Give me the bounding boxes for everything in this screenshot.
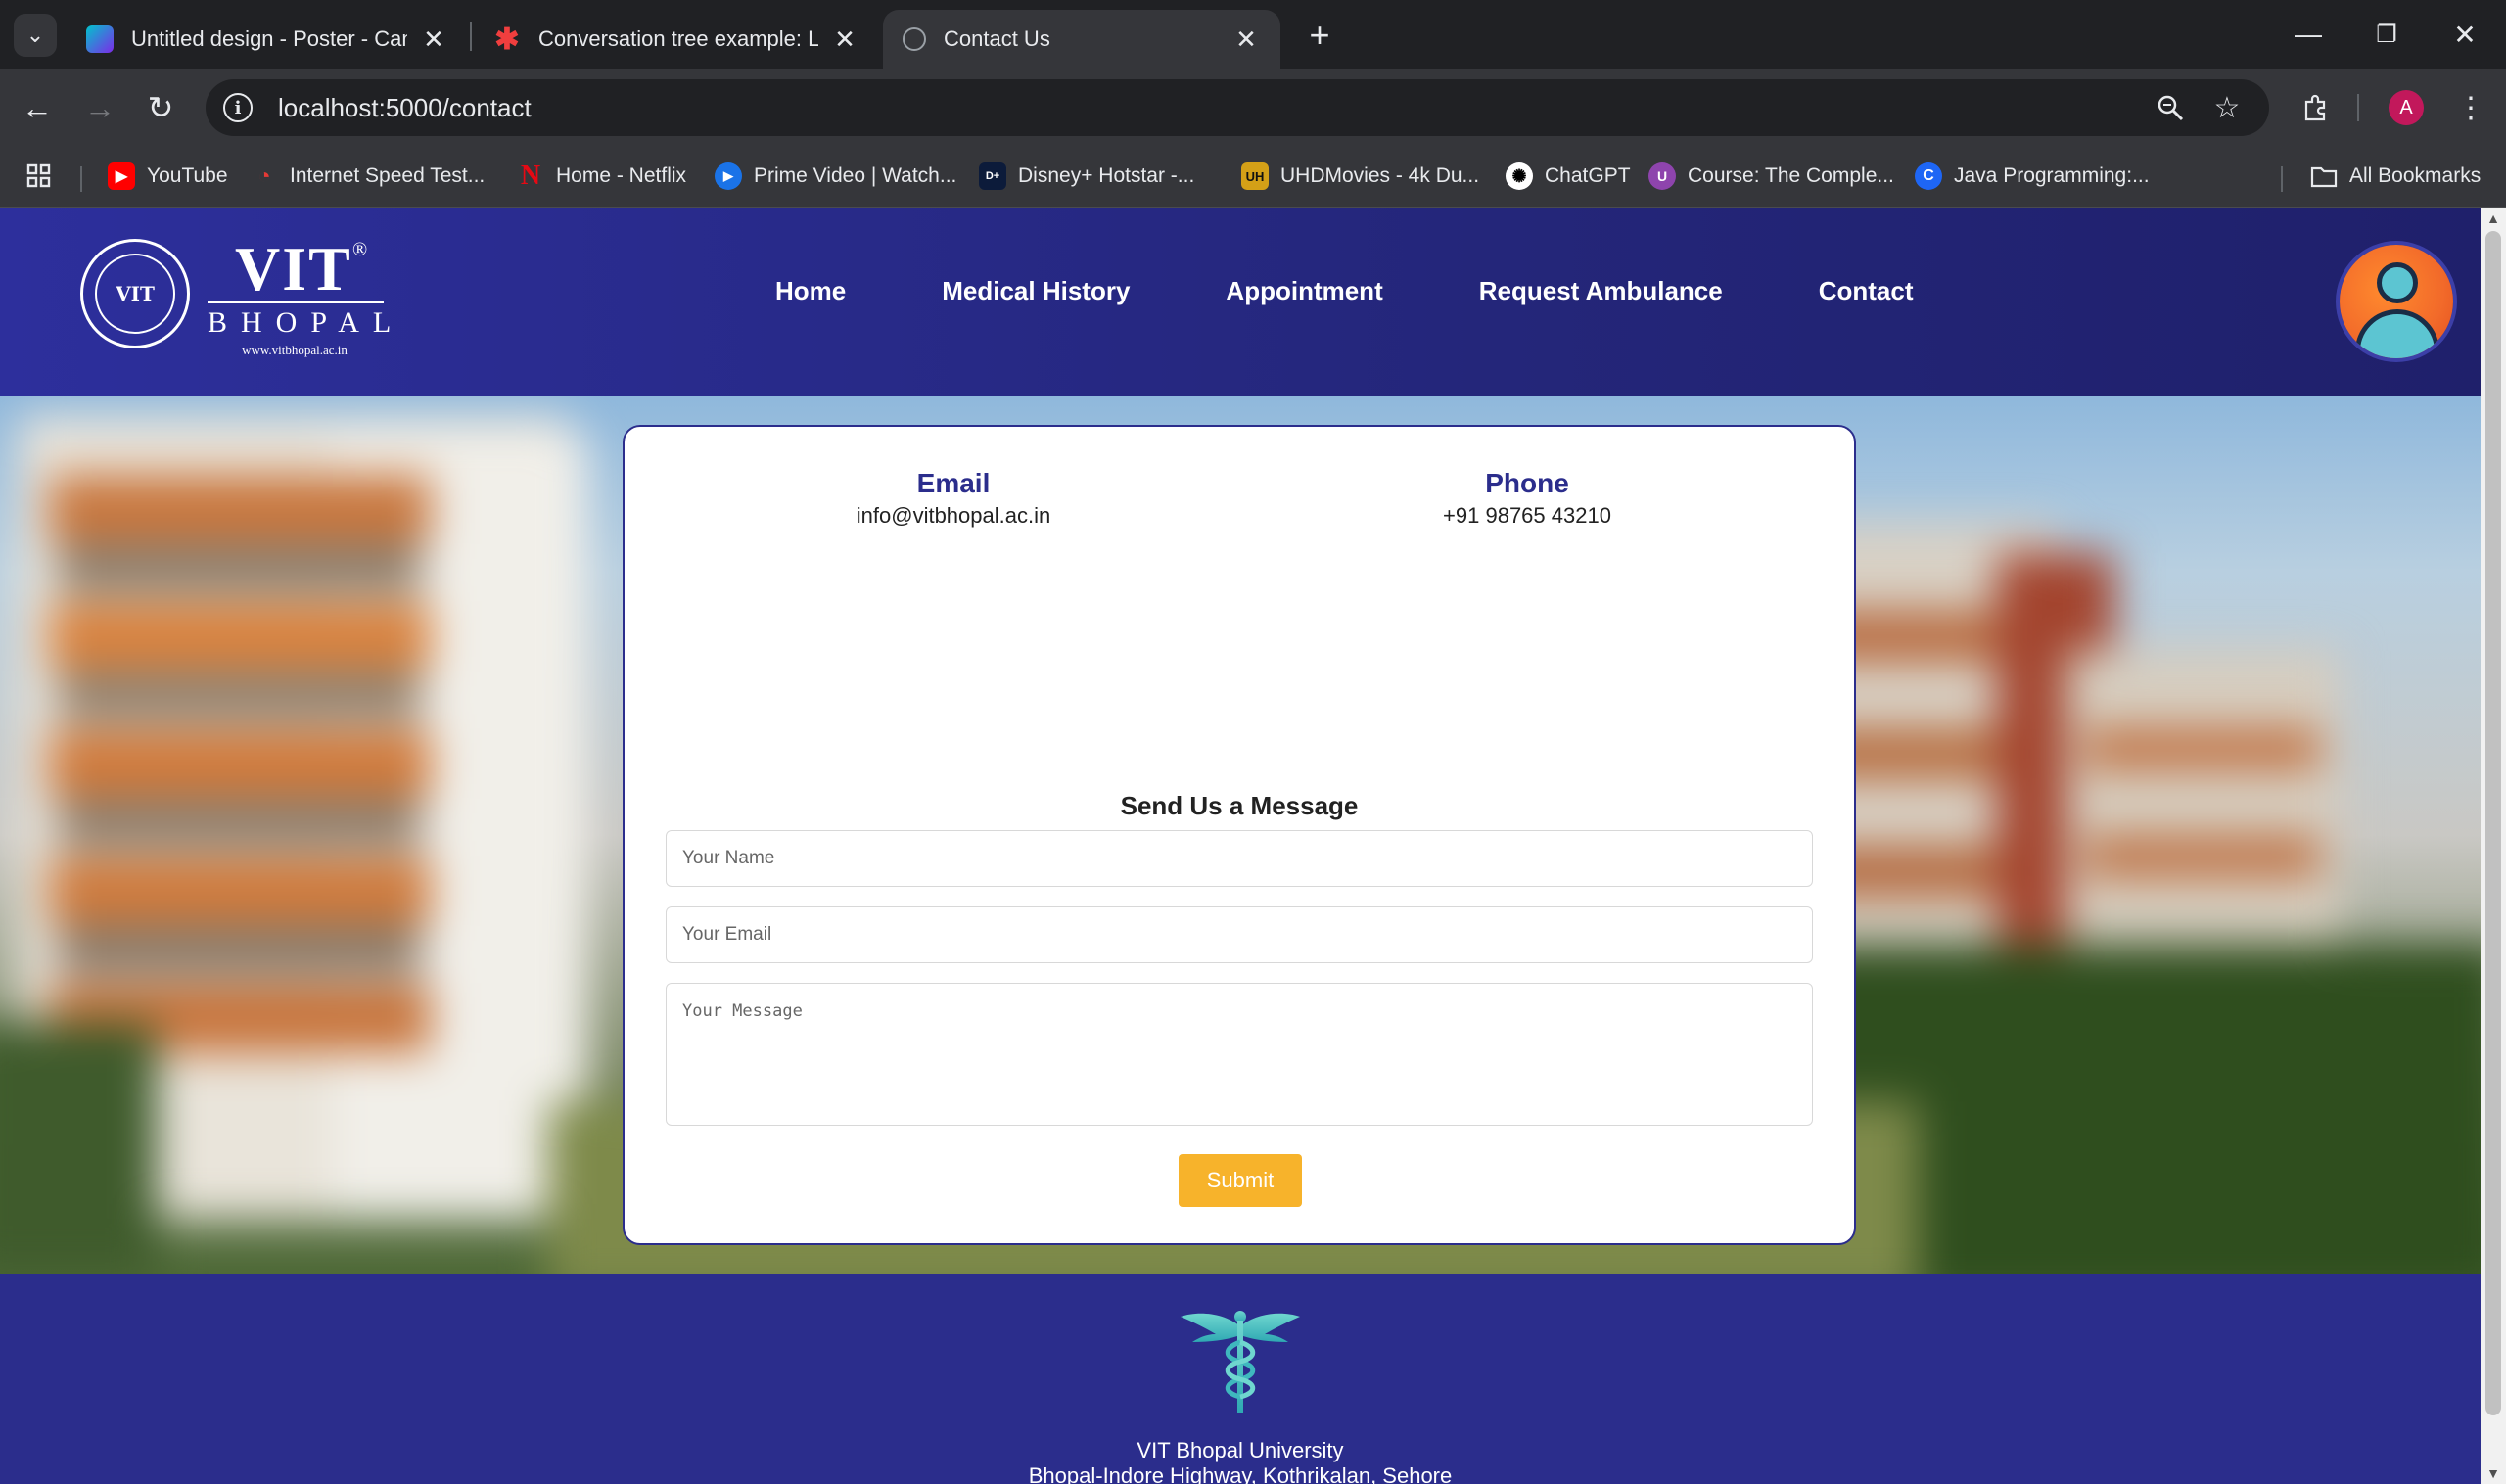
uhdmovies-icon: UH [1241, 162, 1269, 190]
course-icon: U [1648, 162, 1676, 190]
scroll-up-arrow-icon[interactable]: ▲ [2481, 208, 2506, 229]
browser-toolbar: ← → ↻ i localhost:5000/contact ☆ A ⋮ [0, 69, 2506, 147]
arrow-left-icon: ← [22, 89, 53, 125]
vit-seal-logo[interactable]: VIT [80, 239, 190, 348]
toolbar-divider [2357, 94, 2359, 121]
bookmark-uhdmovies[interactable]: UH UHDMovies - 4k Du... [1241, 157, 1479, 196]
site-footer: VIT Bhopal University Bhopal-Indore High… [0, 1274, 2481, 1484]
contact-hero-background: Email info@vitbhopal.ac.in Phone +91 987… [0, 396, 2481, 1274]
tab-canva[interactable]: Untitled design - Poster - Canva ✕ [67, 10, 468, 69]
caduceus-icon [1181, 1311, 1300, 1413]
submit-button[interactable]: Submit [1179, 1154, 1302, 1207]
browser-tab-bar: ⌄ Untitled design - Poster - Canva ✕ ✱ C… [0, 0, 2506, 69]
reload-icon: ↻ [147, 90, 174, 125]
form-title: Send Us a Message [1120, 791, 1359, 820]
email-info: Email info@vitbhopal.ac.in [758, 466, 1149, 529]
java-icon: C [1915, 162, 1942, 190]
nav-appointment[interactable]: Appointment [1226, 276, 1382, 306]
minimize-icon: — [2295, 19, 2322, 49]
footer-address: Bhopal-Indore Highway, Kothrikalan, Seho… [1028, 1463, 1453, 1484]
close-icon[interactable]: ✕ [1231, 24, 1261, 55]
more-menu-icon[interactable]: ⋮ [2449, 86, 2492, 129]
minimize-button[interactable]: — [2279, 10, 2338, 59]
phone-value[interactable]: +91 98765 43210 [1331, 503, 1723, 529]
profile-head-shape [2377, 262, 2418, 303]
main-nav: Home Medical History Appointment Request… [775, 276, 2010, 306]
bookmarks-divider [2281, 166, 2283, 192]
phone-heading: Phone [1485, 468, 1569, 498]
bookmark-java[interactable]: C Java Programming:... [1915, 157, 2150, 196]
plus-icon: + [1309, 15, 1330, 55]
contact-card: Email info@vitbhopal.ac.in Phone +91 987… [623, 425, 1856, 1245]
extensions-icon[interactable] [2295, 86, 2338, 129]
bookmark-speedtest[interactable]: ◔ Internet Speed Test... [251, 157, 485, 196]
speedtest-icon: ◔ [257, 163, 271, 188]
close-icon[interactable]: ✕ [419, 24, 448, 55]
bookmark-youtube[interactable]: ▶ YouTube [108, 157, 228, 196]
page-viewport: VIT VIT ® BHOPAL www.vitbhopal.ac.in Hom… [0, 208, 2481, 1484]
youtube-icon: ▶ [108, 162, 135, 190]
bookmark-chatgpt[interactable]: ✺ ChatGPT [1506, 157, 1631, 196]
bookmarks-bar: ▶ YouTube ◔ Internet Speed Test... N Home -… [0, 147, 2506, 208]
arrow-right-icon: → [84, 89, 116, 125]
close-icon: ✕ [2453, 19, 2477, 50]
scrollbar-thumb[interactable] [2485, 231, 2501, 1415]
profile-avatar[interactable]: A [2389, 90, 2424, 125]
tab-search-button[interactable]: ⌄ [14, 14, 57, 57]
tab-contact-us[interactable]: Contact Us ✕ [883, 10, 1280, 69]
bookmark-netflix[interactable]: N Home - Netflix [517, 157, 686, 196]
globe-icon [903, 27, 926, 51]
tab-lucid[interactable]: ✱ Conversation tree example: Lucid ✕ [474, 10, 879, 69]
scroll-down-arrow-icon[interactable]: ▼ [2481, 1462, 2506, 1484]
chatgpt-icon: ✺ [1506, 162, 1533, 190]
url-text[interactable]: localhost:5000/contact [278, 93, 532, 123]
vit-wordmark-logo[interactable]: VIT ® BHOPAL www.vitbhopal.ac.in [208, 237, 391, 358]
prime-video-icon: ▶ [715, 162, 742, 190]
name-field[interactable]: Your Name [666, 830, 1813, 887]
page-scrollbar[interactable]: ▲ ▼ [2481, 208, 2506, 1484]
hotstar-icon: D+ [979, 162, 1006, 190]
back-button[interactable]: ← [14, 84, 61, 131]
lucid-icon: ✱ [494, 23, 520, 56]
address-bar[interactable]: i localhost:5000/contact ☆ [206, 79, 2269, 136]
bookmark-prime-video[interactable]: ▶ Prime Video | Watch... [715, 157, 956, 196]
phone-info: Phone +91 98765 43210 [1331, 466, 1723, 529]
close-icon[interactable]: ✕ [830, 24, 859, 55]
bookmarks-divider [80, 166, 82, 192]
reload-button[interactable]: ↻ [137, 84, 184, 131]
new-tab-button[interactable]: + [1298, 14, 1341, 57]
star-icon[interactable]: ☆ [2210, 91, 2244, 124]
nav-home[interactable]: Home [775, 276, 846, 306]
site-header: VIT VIT ® BHOPAL www.vitbhopal.ac.in Hom… [0, 208, 2481, 396]
folder-icon [2310, 162, 2338, 190]
profile-body-shape [2355, 309, 2439, 358]
restore-button[interactable]: ❐ [2357, 10, 2416, 59]
all-bookmarks[interactable]: All Bookmarks [2310, 157, 2481, 196]
zoom-icon[interactable] [2154, 91, 2187, 124]
netflix-icon: N [520, 161, 541, 191]
nav-contact[interactable]: Contact [1819, 276, 1914, 306]
tab-separator [470, 22, 472, 51]
info-icon[interactable]: i [223, 93, 253, 122]
bookmark-course[interactable]: U Course: The Comple... [1648, 157, 1894, 196]
nav-request-ambulance[interactable]: Request Ambulance [1479, 276, 1723, 306]
chevron-down-icon: ⌄ [25, 23, 45, 47]
email-value[interactable]: info@vitbhopal.ac.in [758, 503, 1149, 529]
bookmark-hotstar[interactable]: D+ Disney+ Hotstar -... [979, 157, 1194, 196]
apps-icon[interactable] [25, 157, 53, 196]
forward-button[interactable]: → [76, 84, 123, 131]
message-field[interactable]: Your Message [666, 983, 1813, 1126]
restore-icon: ❐ [2376, 21, 2397, 48]
close-window-button[interactable]: ✕ [2436, 10, 2494, 59]
footer-university: VIT Bhopal University [1137, 1438, 1344, 1462]
canva-icon [86, 25, 114, 53]
user-profile-icon[interactable] [2340, 245, 2453, 358]
email-heading: Email [916, 468, 991, 498]
nav-medical-history[interactable]: Medical History [942, 276, 1130, 306]
email-field[interactable]: Your Email [666, 906, 1813, 963]
